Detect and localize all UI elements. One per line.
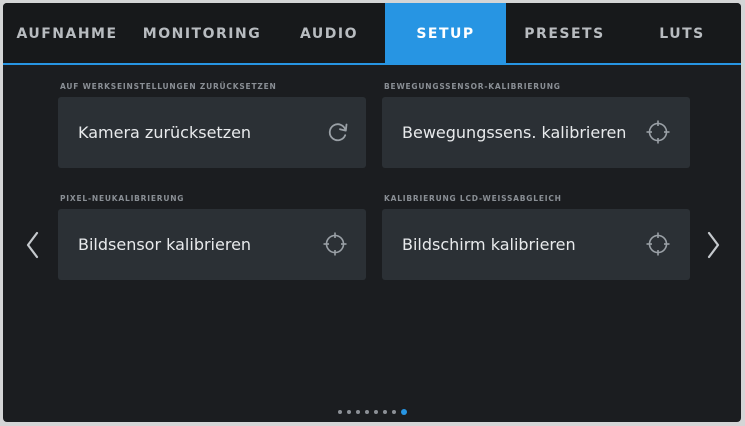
section-label-pixel-recalibration: PIXEL-NEUKALIBRIERUNG bbox=[60, 194, 185, 203]
tab-audio[interactable]: AUDIO bbox=[273, 3, 385, 63]
reset-camera-label: Kamera zurücksetzen bbox=[78, 123, 252, 142]
previous-page-button[interactable] bbox=[22, 225, 44, 265]
page-dot[interactable] bbox=[355, 409, 360, 414]
calibrate-motion-sensor-button[interactable]: Bewegungssens. kalibrieren bbox=[382, 97, 690, 168]
chevron-right-icon bbox=[707, 231, 720, 259]
calibrate-screen-button[interactable]: Bildschirm kalibrieren bbox=[382, 209, 690, 280]
page-dot[interactable] bbox=[364, 409, 369, 414]
page-indicator bbox=[3, 401, 741, 415]
crosshair-icon bbox=[646, 120, 670, 144]
camera-setup-screen: AUFNAHME MONITORING AUDIO SETUP PRESETS … bbox=[3, 3, 741, 422]
page-dot[interactable] bbox=[337, 409, 342, 414]
tab-aufnahme[interactable]: AUFNAHME bbox=[3, 3, 131, 63]
page-dot[interactable] bbox=[373, 409, 378, 414]
tab-setup[interactable]: SETUP bbox=[385, 3, 506, 63]
chevron-left-icon bbox=[26, 231, 39, 259]
tab-presets[interactable]: PRESETS bbox=[506, 3, 623, 63]
section-label-lcd-white-balance: KALIBRIERUNG LCD-WEISSABGLEICH bbox=[384, 194, 562, 203]
page-dot[interactable] bbox=[346, 409, 351, 414]
reset-camera-button[interactable]: Kamera zurücksetzen bbox=[58, 97, 366, 168]
section-label-motion-sensor: BEWEGUNGSSENSOR-KALIBRIERUNG bbox=[384, 82, 561, 91]
tab-luts[interactable]: LUTS bbox=[623, 3, 741, 63]
page-dot[interactable] bbox=[391, 409, 396, 414]
calibrate-sensor-button[interactable]: Bildsensor kalibrieren bbox=[58, 209, 366, 280]
tab-underline bbox=[3, 63, 741, 65]
crosshair-icon bbox=[646, 232, 670, 256]
tab-monitoring[interactable]: MONITORING bbox=[131, 3, 273, 63]
crosshair-icon bbox=[323, 232, 347, 256]
reset-icon bbox=[326, 120, 350, 144]
calibrate-screen-label: Bildschirm kalibrieren bbox=[402, 235, 576, 254]
section-label-factory-reset: AUF WERKSEINSTELLUNGEN ZURÜCKSETZEN bbox=[60, 82, 277, 91]
calibrate-sensor-label: Bildsensor kalibrieren bbox=[78, 235, 252, 254]
page-dot-active[interactable] bbox=[400, 408, 407, 415]
tab-bar: AUFNAHME MONITORING AUDIO SETUP PRESETS … bbox=[3, 3, 741, 63]
calibrate-motion-sensor-label: Bewegungssens. kalibrieren bbox=[402, 123, 627, 142]
next-page-button[interactable] bbox=[702, 225, 724, 265]
page-dot[interactable] bbox=[382, 409, 387, 414]
